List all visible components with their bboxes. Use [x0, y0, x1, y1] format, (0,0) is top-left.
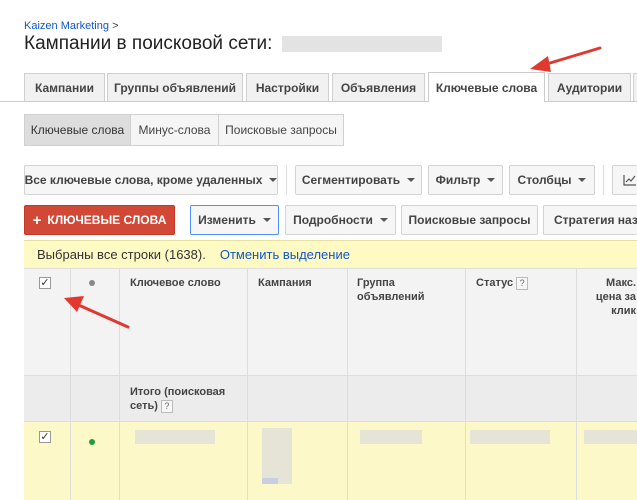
red-arrow-annotation [64, 46, 602, 329]
